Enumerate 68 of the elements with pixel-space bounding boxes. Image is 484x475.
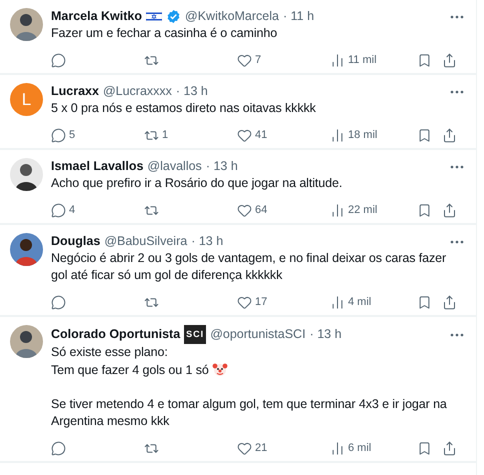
share-icon[interactable] [442, 294, 457, 310]
tweet-text: 5 x 0 pra nós e estamos direto nas oitavas kkkkk [51, 101, 316, 115]
more-icon[interactable] [450, 240, 464, 244]
share-icon[interactable] [442, 440, 457, 456]
views-icon[interactable] [330, 52, 345, 68]
tweet-text: Negócio é abrir 2 ou 3 gols de vantagem, e no final deixar os caras fazer gol até ficar só um gol de diferença kkkkkk [51, 251, 446, 282]
user-name[interactable]: Lucraxx [51, 83, 99, 100]
heart-icon[interactable] [237, 440, 252, 456]
user-name[interactable]: Marcela Kwitko [51, 8, 142, 25]
count: 21 [255, 442, 268, 454]
more-icon[interactable] [450, 90, 464, 94]
heart-icon[interactable] [237, 52, 252, 68]
count: 1 [162, 129, 168, 141]
more-icon[interactable] [450, 332, 464, 336]
flag-icon [146, 11, 162, 22]
views-icon[interactable] [330, 202, 345, 218]
heart-icon[interactable] [237, 128, 252, 142]
user-handle[interactable]: @lavallos [147, 158, 202, 175]
reply-icon[interactable] [51, 202, 66, 218]
user-handle[interactable]: @Lucraxxxx [102, 83, 172, 100]
share-icon[interactable] [442, 202, 457, 218]
reply-icon[interactable] [51, 52, 66, 68]
views-icon[interactable] [330, 128, 345, 142]
bookmark-icon[interactable] [417, 52, 432, 68]
more-icon[interactable] [450, 14, 464, 18]
count: 7 [255, 54, 262, 66]
user-handle[interactable]: @BabuSilveira [104, 233, 188, 250]
count: 22 mil [348, 204, 378, 216]
bookmark-icon[interactable] [417, 202, 432, 218]
bookmark-icon[interactable] [417, 128, 432, 142]
count: 6 mil [348, 442, 372, 454]
user-handle[interactable]: @oportunistaSCI [210, 326, 306, 343]
user-name[interactable]: Ismael Lavallos [51, 158, 144, 175]
tweet-text: Só existe esse plano: [51, 345, 168, 359]
tweet-text: Acho que prefiro ir a Rosário do que jogar na altitude. [51, 176, 342, 190]
tweet-text: Fazer um e fechar a casinha é o caminho [51, 26, 278, 40]
bookmark-icon[interactable] [417, 294, 432, 310]
views-icon[interactable] [330, 440, 345, 456]
tweet-text: Se tiver metendo 4 e tomar algum gol, tem que terminar 4x3 e ir jogar na Argentina mesmo kkk [51, 397, 447, 428]
share-icon[interactable] [442, 52, 457, 68]
timestamp[interactable]: · 13 h [176, 83, 208, 100]
timestamp[interactable]: · 11 h [282, 8, 314, 25]
count: 18 mil [348, 129, 378, 141]
count: 5 [69, 129, 76, 141]
reply-icon[interactable] [51, 294, 66, 310]
count: 4 mil [348, 296, 372, 308]
avatar: L [10, 83, 43, 116]
timestamp[interactable]: · 13 h [191, 233, 224, 250]
share-icon[interactable] [442, 128, 457, 142]
user-handle[interactable]: @KwitkoMarcela [185, 8, 279, 25]
user-name[interactable]: Douglas [51, 233, 100, 250]
reply-icon[interactable] [51, 440, 66, 456]
heart-icon[interactable] [237, 294, 252, 310]
count: 64 [255, 204, 268, 216]
bookmark-icon[interactable] [417, 440, 432, 456]
reply-icon[interactable] [51, 128, 66, 142]
user-name[interactable]: Colorado Oportunista [51, 326, 180, 343]
views-icon[interactable] [330, 294, 345, 310]
timestamp[interactable]: · 13 h [206, 158, 238, 175]
name-badge: SCI [184, 325, 206, 344]
heart-icon[interactable] [237, 202, 252, 218]
timestamp[interactable]: · 13 h [310, 326, 342, 343]
count: 4 [69, 204, 76, 216]
count: 41 [255, 129, 268, 141]
tweet-text: Tem que fazer 4 gols ou 1 só [51, 363, 209, 377]
count: 17 [255, 296, 268, 308]
count: 11 mil [348, 54, 377, 66]
more-icon[interactable] [450, 164, 464, 168]
